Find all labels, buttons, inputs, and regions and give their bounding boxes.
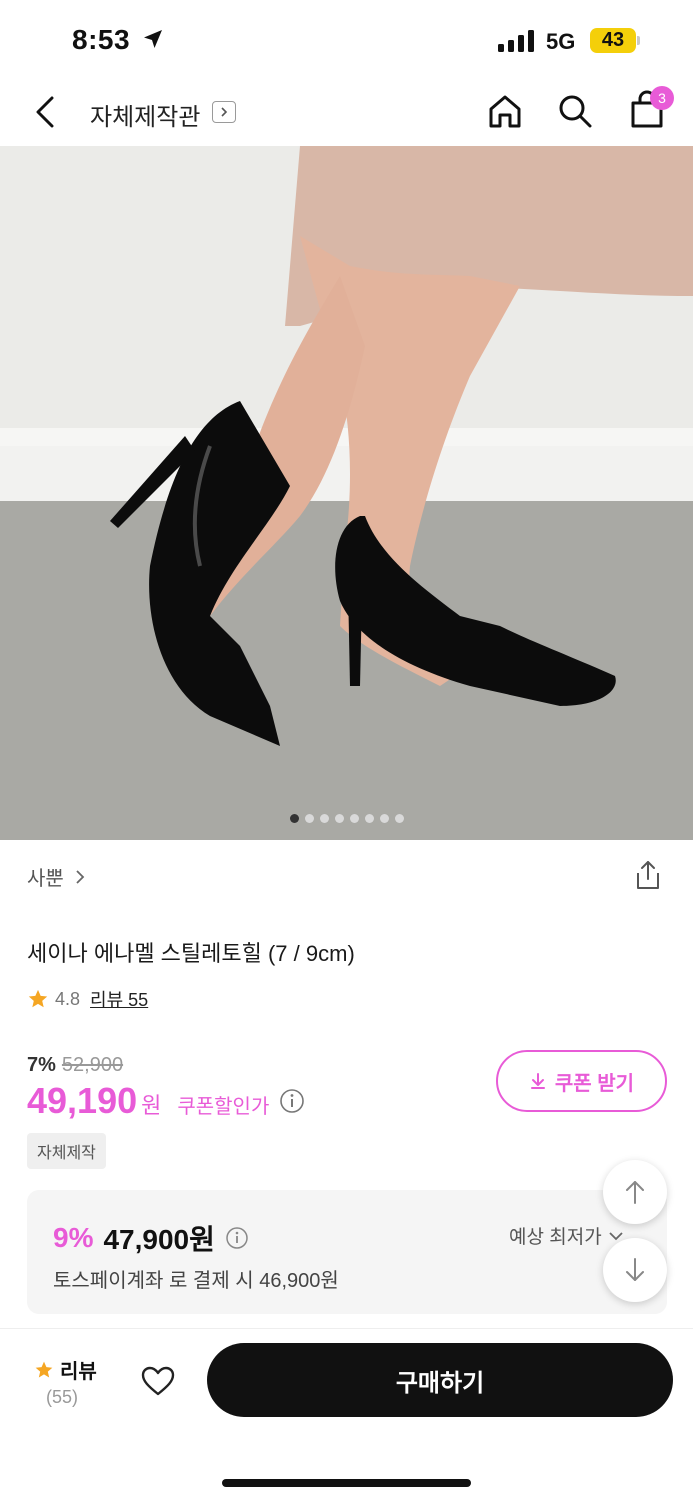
share-icon[interactable] — [632, 858, 664, 892]
top-nav: 자체제작관 3 — [0, 80, 693, 146]
coupon-price-label: 쿠폰할인가 — [177, 1096, 270, 1118]
info-icon[interactable] — [225, 1226, 249, 1250]
product-tag: 자체제작 — [27, 1133, 106, 1169]
network-type: 5G — [546, 29, 576, 54]
carousel-indicator[interactable] — [0, 814, 693, 826]
status-time: 8:53 — [72, 24, 131, 55]
carousel-dot[interactable] — [379, 814, 389, 823]
sale-price: 49,190 — [27, 1080, 138, 1121]
payment-note: 토스페이계좌 로 결제 시 46,900원 — [53, 1270, 339, 1292]
star-icon — [28, 989, 48, 1008]
download-icon — [530, 1073, 545, 1089]
best-discount-percent: 9% — [53, 1222, 94, 1253]
brand-name: 사뿐 — [27, 868, 64, 890]
arrow-down-icon — [626, 1258, 644, 1281]
info-icon[interactable] — [279, 1088, 305, 1114]
chevron-right-icon — [76, 869, 85, 884]
buy-button[interactable]: 구매하기 — [207, 1343, 673, 1417]
bottom-action-bar: 리뷰 (55) 구매하기 — [0, 1328, 693, 1500]
discount-row: 7% 52,900 — [27, 1054, 123, 1077]
best-price-card[interactable]: 9% 47,900원 예상 최저가 토스페이계좌 로 결제 시 46,900원 — [27, 1190, 667, 1314]
battery-icon: 43 — [590, 28, 636, 53]
carousel-dot[interactable] — [334, 814, 344, 823]
coupon-button-label: 쿠폰 받기 — [554, 1072, 635, 1095]
carousel-dot[interactable] — [349, 814, 359, 823]
location-arrow-icon — [144, 30, 162, 48]
home-indicator — [222, 1479, 471, 1487]
best-price: 47,900원 — [103, 1224, 215, 1255]
product-image[interactable] — [0, 146, 693, 840]
carousel-dot[interactable] — [304, 814, 314, 823]
carousel-dot[interactable] — [394, 814, 404, 823]
battery-tip — [637, 36, 640, 45]
expected-lowest-toggle[interactable]: 예상 최저가 — [509, 1222, 624, 1249]
store-title[interactable]: 자체제작관 — [90, 97, 200, 132]
review-link[interactable]: 리뷰 55 — [90, 986, 148, 1012]
carousel-dot[interactable] — [364, 814, 374, 823]
bottom-review-button[interactable]: 리뷰 — [34, 1355, 97, 1384]
rating-row[interactable]: 4.8 리뷰 55 — [27, 986, 148, 1012]
store-chevron-icon[interactable] — [212, 101, 236, 123]
expected-lowest-label: 예상 최저가 — [509, 1227, 602, 1248]
price-row: 49,190 원 쿠폰할인가 — [27, 1080, 305, 1122]
status-bar: 8:53 5G 43 — [0, 0, 693, 80]
scroll-bottom-button[interactable] — [603, 1238, 667, 1302]
bottom-review-label: 리뷰 — [60, 1361, 97, 1383]
bottom-review-count: (55) — [46, 1387, 79, 1407]
back-arrow-icon[interactable] — [28, 92, 64, 132]
currency-label: 원 — [141, 1093, 162, 1118]
star-icon — [35, 1361, 53, 1377]
coupon-download-button[interactable]: 쿠폰 받기 — [496, 1050, 667, 1112]
rating-score: 4.8 — [55, 988, 81, 1009]
carousel-dot[interactable] — [319, 814, 329, 823]
cart-count-badge: 3 — [650, 86, 674, 110]
home-icon[interactable] — [486, 92, 524, 130]
discount-percent: 7% — [27, 1054, 56, 1076]
carousel-dot[interactable] — [289, 814, 299, 823]
brand-link[interactable]: 사뿐 — [27, 862, 86, 891]
best-price-row: 9% 47,900원 — [53, 1218, 249, 1258]
scroll-top-button[interactable] — [603, 1160, 667, 1224]
original-price: 52,900 — [61, 1054, 124, 1076]
heart-icon[interactable] — [140, 1365, 176, 1397]
arrow-up-icon — [626, 1181, 644, 1204]
product-name: 세이나 에나멜 스틸레토힐 (7 / 9cm) — [27, 941, 355, 966]
cellular-signal-icon — [498, 30, 534, 52]
product-photo — [0, 146, 693, 840]
search-icon[interactable] — [556, 92, 594, 130]
